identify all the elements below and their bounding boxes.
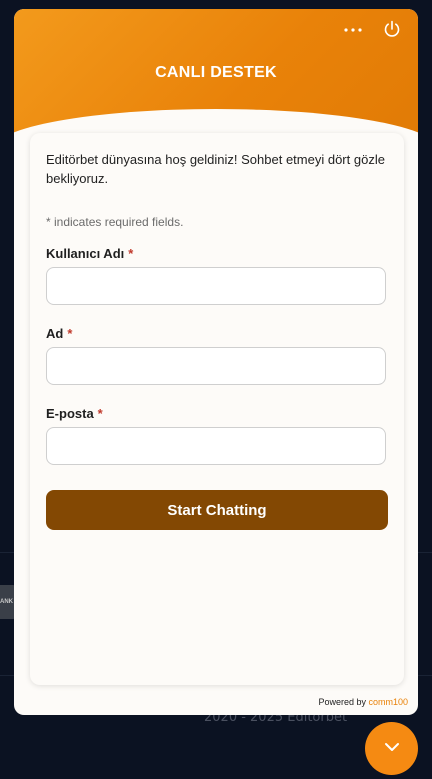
- prechat-form-card: Editörbet dünyasına hoş geldiniz! Sohbet…: [30, 133, 404, 685]
- chat-title: CANLI DESTEK: [155, 64, 277, 81]
- powered-by-text: Powered by: [318, 697, 366, 707]
- powered-by: Powered by comm100: [318, 697, 408, 707]
- required-marker: *: [67, 326, 73, 341]
- name-label: Ad *: [46, 326, 72, 341]
- power-icon[interactable]: [382, 19, 402, 39]
- email-label-text: E-posta: [46, 406, 94, 421]
- username-label-text: Kullanıcı Adı: [46, 246, 125, 261]
- name-label-text: Ad: [46, 326, 64, 341]
- required-marker: *: [128, 246, 134, 261]
- name-input[interactable]: [46, 347, 386, 385]
- username-input[interactable]: [46, 267, 386, 305]
- chat-widget: CANLI DESTEK Editörbet dünyasına hoş gel…: [14, 9, 418, 715]
- start-chatting-button[interactable]: Start Chatting: [46, 490, 388, 530]
- required-marker: *: [97, 406, 103, 421]
- email-label: E-posta *: [46, 406, 103, 421]
- required-fields-note: * indicates required fields.: [46, 215, 184, 229]
- powered-by-brand-link[interactable]: comm100: [368, 697, 408, 707]
- welcome-message: Editörbet dünyasına hoş geldiniz! Sohbet…: [46, 152, 385, 186]
- chevron-down-icon: [383, 740, 401, 758]
- email-input[interactable]: [46, 427, 386, 465]
- minimize-chat-button[interactable]: [365, 722, 418, 775]
- more-horizontal-icon[interactable]: [342, 23, 364, 37]
- username-label: Kullanıcı Adı *: [46, 246, 133, 261]
